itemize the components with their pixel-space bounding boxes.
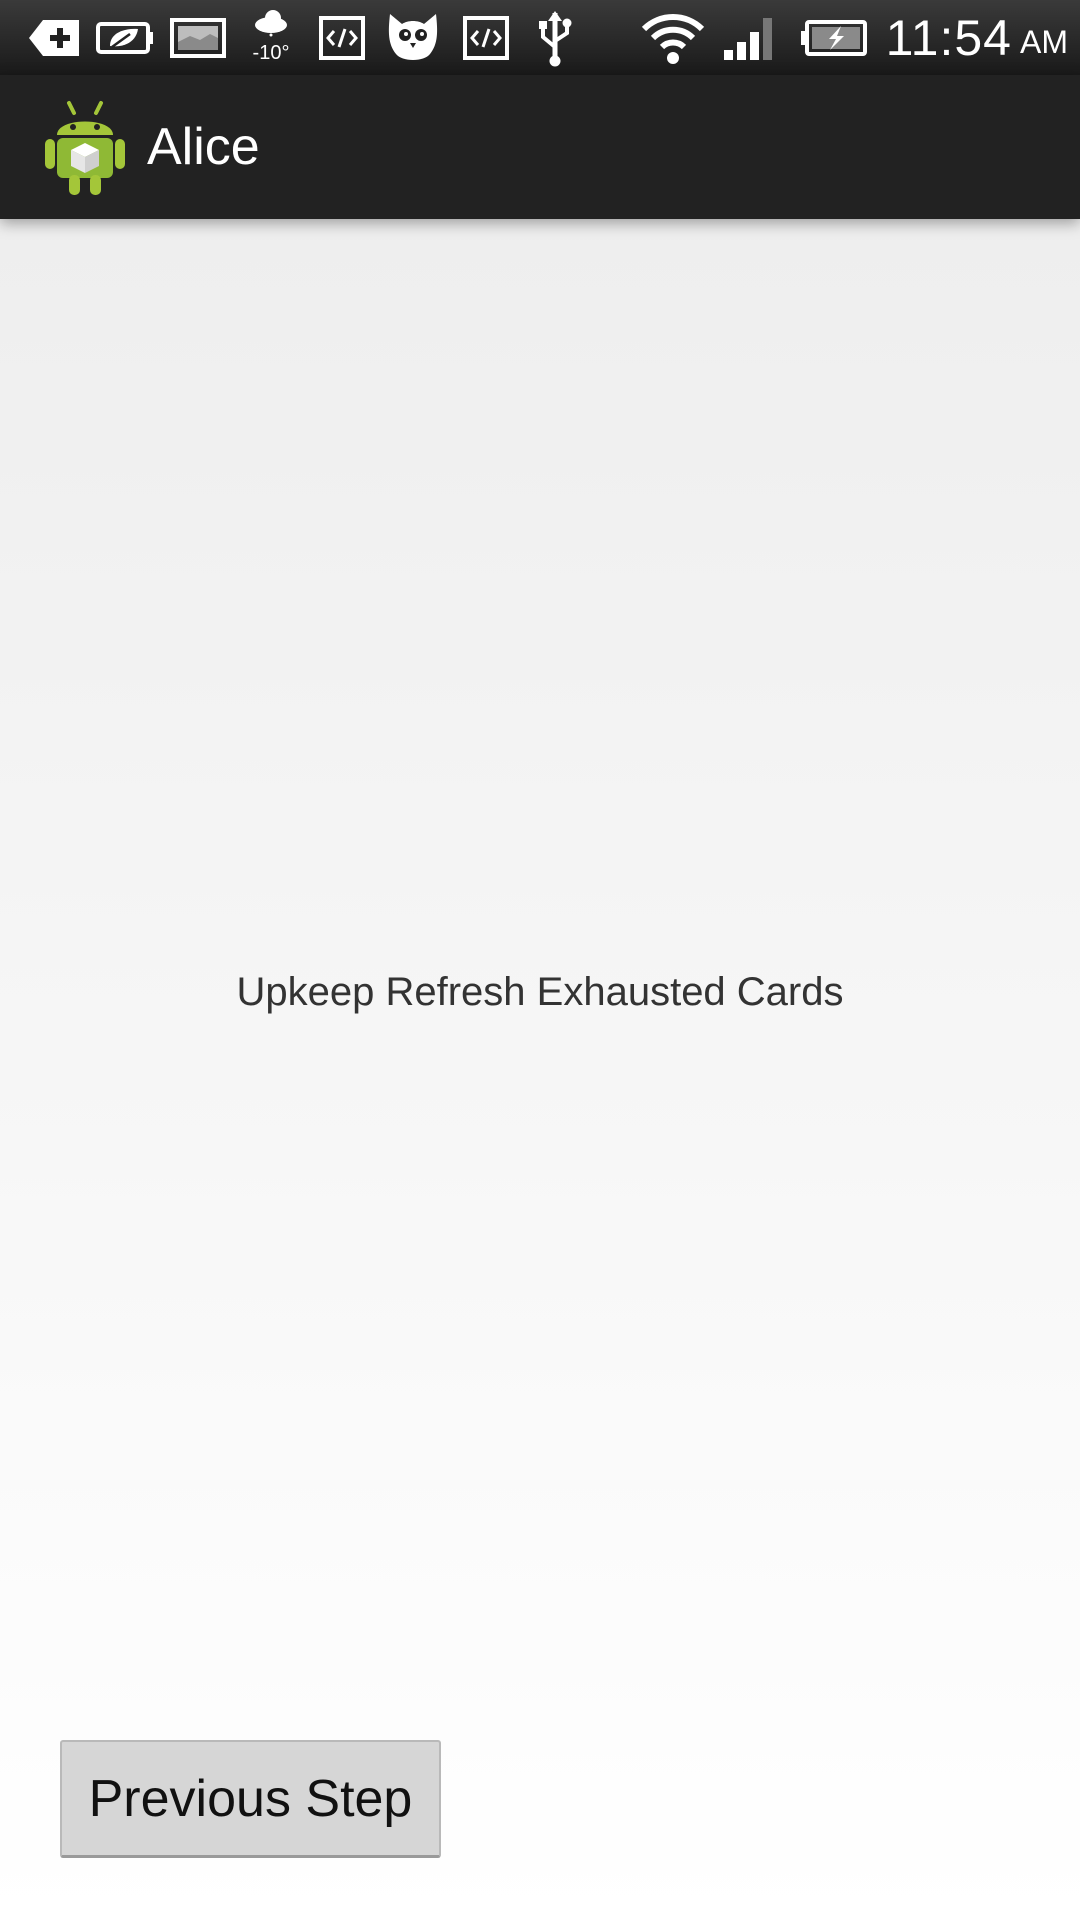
app-title: Alice bbox=[147, 118, 260, 176]
eco-battery-icon bbox=[95, 0, 155, 75]
step-message: Upkeep Refresh Exhausted Cards bbox=[236, 970, 844, 1014]
gallery-icon bbox=[168, 0, 228, 75]
action-bar: Alice bbox=[0, 75, 1080, 219]
android-robot-icon[interactable] bbox=[43, 97, 127, 197]
add-notification-icon bbox=[26, 0, 82, 75]
weather-icon: -10° bbox=[245, 0, 297, 75]
status-bar: -10° 11:54 AM bbox=[0, 0, 1080, 75]
status-clock: 11:54 AM bbox=[886, 0, 1068, 75]
weather-temperature: -10° bbox=[252, 42, 290, 64]
owl-app-icon bbox=[382, 0, 444, 75]
usb-icon bbox=[532, 0, 578, 75]
clock-time: 11:54 bbox=[885, 9, 1012, 66]
screen: -10° 11:54 AM Alice Upkeep Refresh Exhau… bbox=[0, 0, 1080, 1920]
developer-code-icon bbox=[316, 0, 368, 75]
wifi-icon bbox=[638, 0, 708, 75]
battery-charging-icon bbox=[798, 0, 868, 75]
developer-code-icon-2 bbox=[460, 0, 512, 75]
clock-ampm: AM bbox=[1020, 24, 1068, 60]
previous-step-button[interactable]: Previous Step bbox=[60, 1740, 441, 1858]
cell-signal-icon bbox=[720, 0, 780, 75]
